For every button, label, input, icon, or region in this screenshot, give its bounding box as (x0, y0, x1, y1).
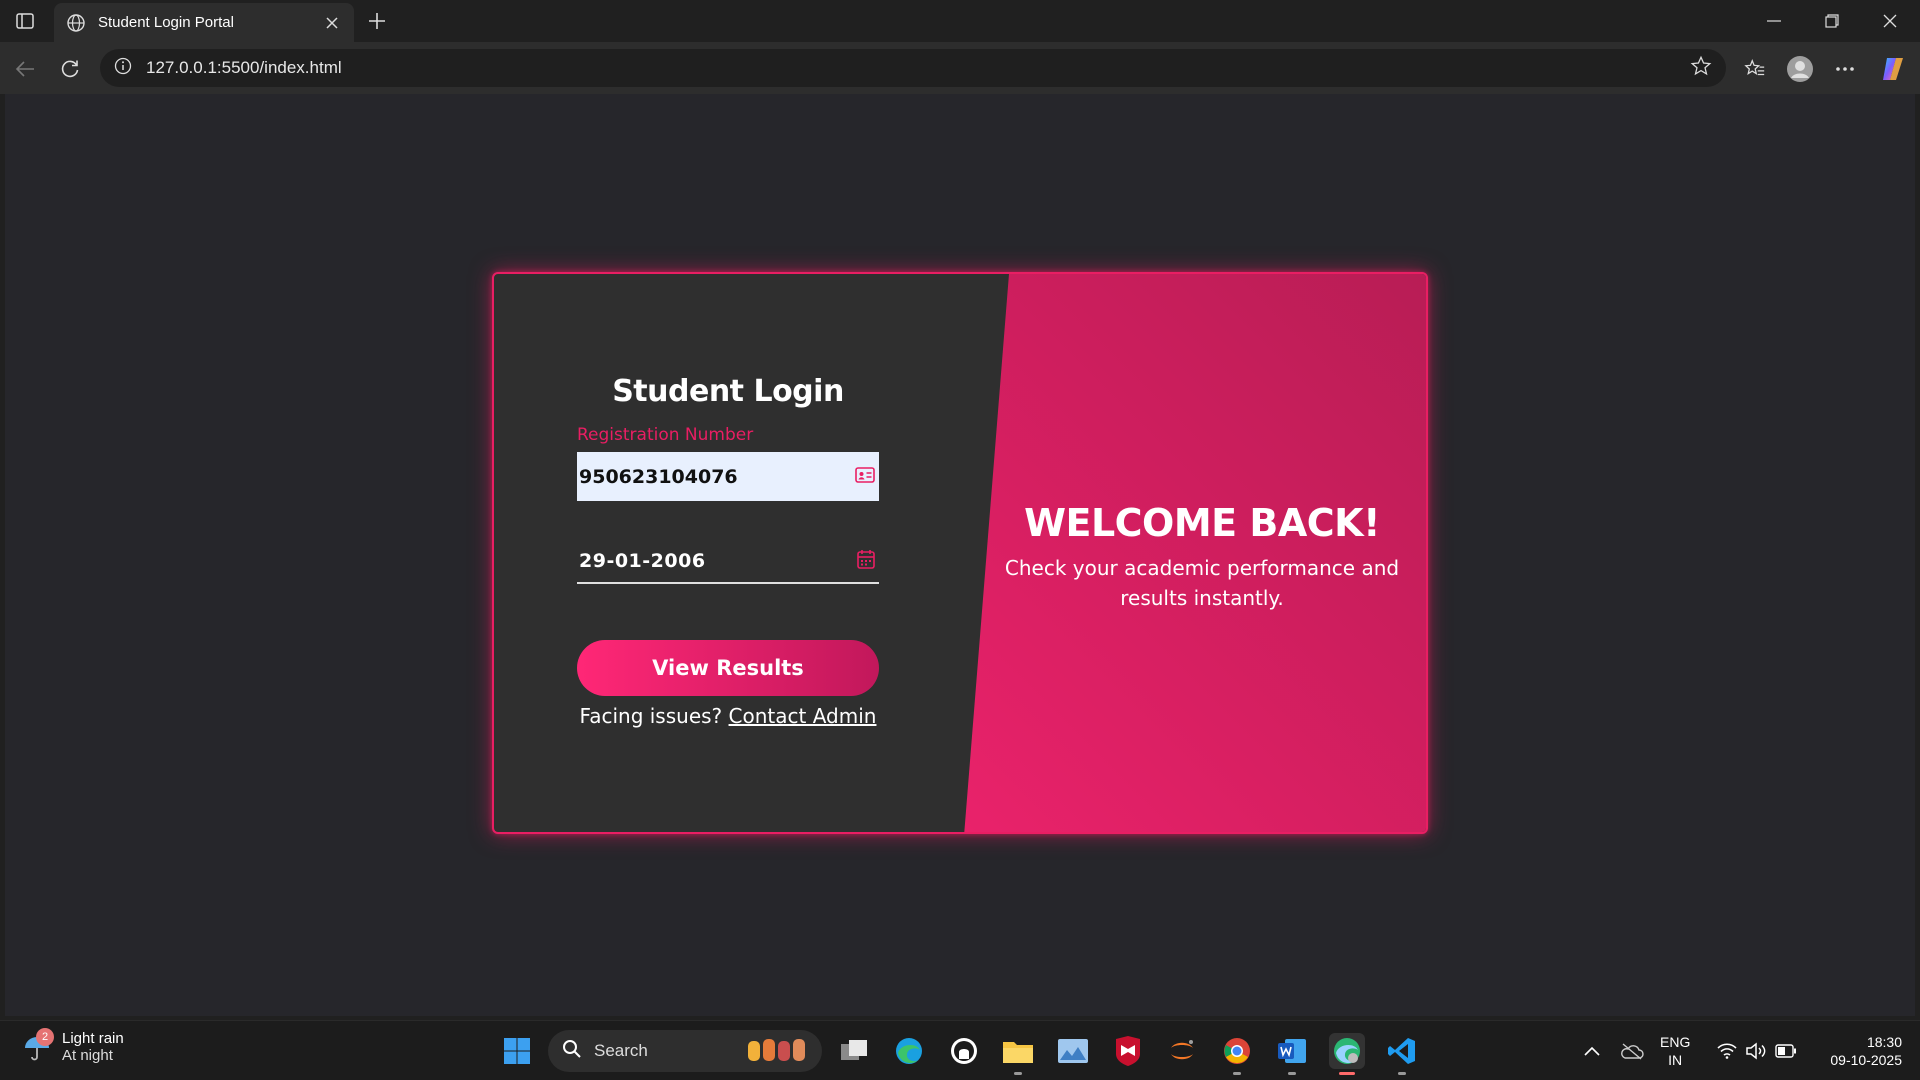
clock-time: 18:30 (1866, 1034, 1902, 1050)
search-highlight-icon (746, 1035, 808, 1067)
registration-number-label: Registration Number (577, 425, 754, 445)
chevron-up-icon[interactable] (1574, 1033, 1610, 1069)
close-tab-icon[interactable] (322, 13, 342, 33)
search-icon (562, 1039, 582, 1063)
running-indicator (1014, 1072, 1022, 1075)
mcafee-icon[interactable] (1110, 1033, 1146, 1069)
reload-icon[interactable] (55, 54, 85, 84)
site-info-icon[interactable] (114, 57, 132, 79)
github-icon[interactable] (946, 1033, 982, 1069)
login-form: Student Login Registration Number 950623… (577, 374, 879, 728)
task-view-icon[interactable] (836, 1033, 872, 1069)
calendar-icon[interactable] (857, 549, 875, 573)
page-viewport: Student Login Registration Number 950623… (5, 94, 1915, 1016)
new-tab-icon[interactable] (364, 8, 390, 34)
start-windows-icon[interactable] (499, 1033, 535, 1069)
globe-icon (66, 13, 86, 33)
welcome-heading: WELCOME BACK! (1024, 501, 1380, 545)
restore-icon[interactable] (1812, 8, 1852, 34)
clock[interactable]: 18:30 09-10-2025 (1812, 1033, 1902, 1069)
browser-tab[interactable]: Student Login Portal (54, 3, 354, 42)
running-indicator (1398, 1072, 1406, 1075)
browser-titlebar: Student Login Portal (0, 0, 1920, 42)
taskbar: 2 Light rain At night Search ENG IN 18:3… (0, 1020, 1920, 1080)
search-placeholder: Search (594, 1041, 648, 1060)
weather-subtitle: At night (62, 1047, 113, 1064)
running-indicator (1288, 1072, 1296, 1075)
date-of-birth-value: 29-01-2006 (579, 549, 706, 572)
vscode-icon[interactable] (1384, 1033, 1420, 1075)
address-bar[interactable]: 127.0.0.1:5500/index.html (100, 49, 1726, 87)
help-text: Facing issues? Contact Admin (577, 704, 879, 728)
close-window-icon[interactable] (1870, 8, 1910, 34)
login-card: Student Login Registration Number 950623… (492, 272, 1428, 834)
registration-number-input[interactable]: 950623104076 (577, 452, 879, 501)
favorites-icon[interactable] (1740, 54, 1770, 84)
file-explorer-icon[interactable] (1000, 1033, 1036, 1075)
help-prefix: Facing issues? (579, 704, 723, 728)
weather-badge: 2 (36, 1028, 54, 1046)
sidebar-toggle-icon[interactable] (12, 9, 38, 33)
onedrive-offline-icon[interactable] (1614, 1033, 1650, 1069)
active-indicator (1339, 1072, 1355, 1075)
url-text: 127.0.0.1:5500/index.html (146, 58, 342, 77)
running-indicator (1233, 1072, 1241, 1075)
umbrella-rain-icon: 2 (22, 1028, 54, 1062)
edge-dev-icon[interactable] (1329, 1033, 1365, 1075)
taskbar-search[interactable]: Search (548, 1030, 822, 1072)
welcome-section: WELCOME BACK! Check your academic perfor… (974, 501, 1426, 613)
id-card-icon (855, 466, 875, 487)
region-code: IN (1668, 1052, 1683, 1068)
view-results-button[interactable]: View Results (577, 640, 879, 696)
jupyter-icon[interactable] (1164, 1033, 1200, 1069)
login-title: Student Login (612, 374, 844, 409)
chrome-icon[interactable] (1219, 1033, 1255, 1075)
profile-avatar-icon[interactable] (1785, 54, 1815, 84)
edge-browser-icon[interactable] (891, 1033, 927, 1069)
copilot-icon[interactable] (1878, 54, 1908, 84)
contact-admin-link[interactable]: Contact Admin (729, 704, 877, 728)
word-icon[interactable] (1274, 1033, 1310, 1075)
more-menu-icon[interactable] (1830, 54, 1860, 84)
date-of-birth-input[interactable]: 29-01-2006 (577, 539, 879, 584)
clock-date: 09-10-2025 (1830, 1052, 1902, 1068)
language-indicator[interactable]: ENG IN (1660, 1033, 1690, 1069)
battery-icon[interactable] (1768, 1033, 1804, 1069)
weather-widget[interactable]: 2 Light rain At night (22, 1028, 124, 1064)
registration-number-value: 950623104076 (579, 465, 738, 488)
favorite-star-icon[interactable] (1690, 55, 1712, 81)
welcome-text: Check your academic performance and resu… (1004, 556, 1400, 610)
minimize-icon[interactable] (1754, 8, 1794, 34)
photos-icon[interactable] (1055, 1033, 1091, 1069)
weather-condition: Light rain (62, 1030, 124, 1047)
language-code: ENG (1660, 1034, 1691, 1050)
tab-title: Student Login Portal (98, 14, 234, 31)
browser-toolbar: 127.0.0.1:5500/index.html (0, 42, 1920, 94)
back-icon[interactable] (10, 54, 40, 84)
